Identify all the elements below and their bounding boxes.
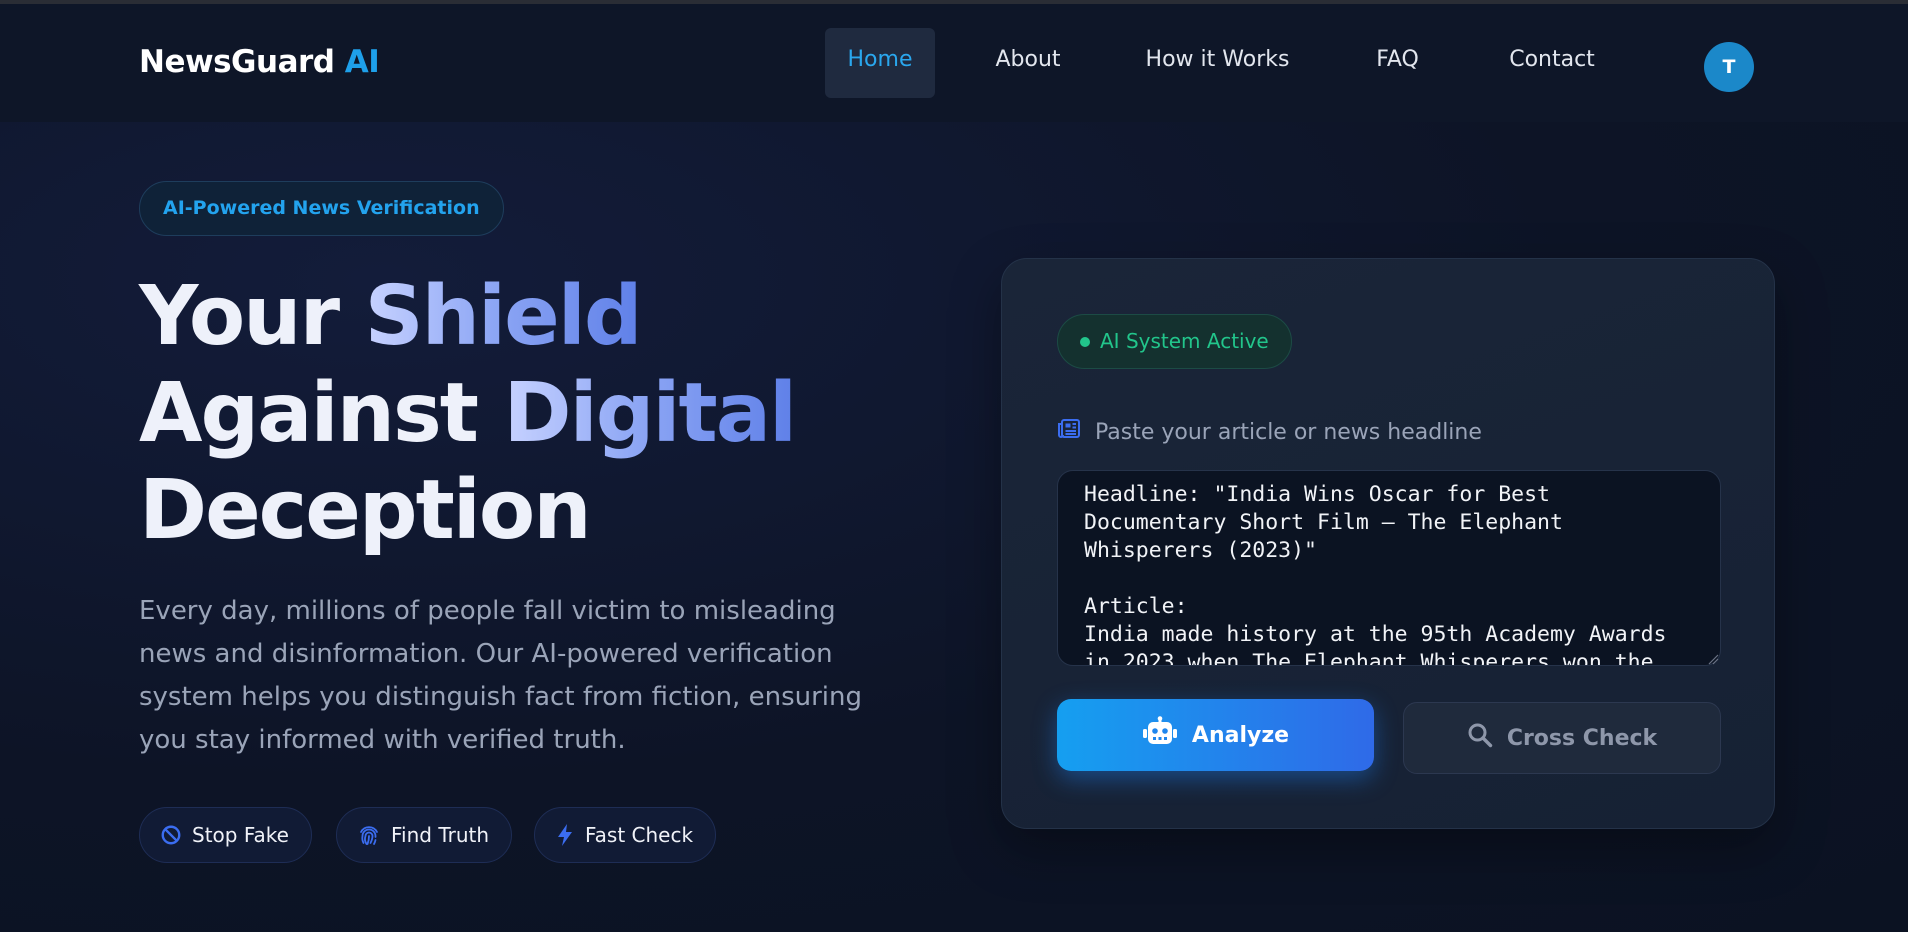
headline-word: Against bbox=[139, 366, 479, 461]
analyze-label: Analyze bbox=[1191, 722, 1290, 748]
navbar: NewsGuard AI Home About How it Works FAQ… bbox=[0, 4, 1908, 122]
fingerprint-icon bbox=[357, 823, 381, 847]
logo[interactable]: NewsGuard AI bbox=[139, 44, 380, 80]
cross-check-label: Cross Check bbox=[1506, 725, 1658, 751]
status-dot-icon bbox=[1080, 336, 1090, 347]
chip-find-truth[interactable]: Find Truth bbox=[336, 807, 513, 863]
resize-handle-icon[interactable] bbox=[1707, 653, 1719, 665]
nav-about[interactable]: About bbox=[978, 28, 1078, 98]
search-icon bbox=[1467, 722, 1493, 754]
nav-how-it-works[interactable]: How it Works bbox=[1130, 28, 1305, 98]
chip-stop-fake[interactable]: Stop Fake bbox=[139, 807, 312, 863]
logo-accent: AI bbox=[344, 44, 380, 80]
ban-icon bbox=[160, 824, 182, 846]
headline-word: Deception bbox=[139, 463, 592, 558]
status-text: AI System Active bbox=[1100, 329, 1269, 353]
analyze-button[interactable]: Analyze bbox=[1057, 699, 1374, 771]
verification-card: AI System Active Paste your article or n… bbox=[1001, 258, 1775, 829]
chip-fast-check[interactable]: Fast Check bbox=[534, 807, 717, 863]
headline-highlight: Digital bbox=[503, 366, 798, 461]
hero-badge: AI-Powered News Verification bbox=[139, 181, 504, 236]
nav-contact[interactable]: Contact bbox=[1497, 28, 1607, 98]
hero-description: Every day, millions of people fall victi… bbox=[139, 596, 862, 755]
chip-label: Stop Fake bbox=[192, 823, 289, 847]
user-avatar[interactable]: T bbox=[1704, 42, 1754, 92]
input-label-row: Paste your article or news headline bbox=[1057, 417, 1482, 447]
headline-word: Your bbox=[139, 269, 340, 364]
bolt-icon bbox=[555, 823, 575, 847]
article-textarea[interactable]: Headline: "India Wins Oscar for Best Doc… bbox=[1057, 470, 1721, 666]
robot-icon bbox=[1142, 716, 1178, 754]
headline-highlight: Shield bbox=[364, 269, 643, 364]
logo-text: NewsGuard bbox=[139, 44, 335, 80]
cross-check-button[interactable]: Cross Check bbox=[1403, 702, 1721, 774]
chip-label: Fast Check bbox=[585, 823, 694, 847]
chip-label: Find Truth bbox=[391, 823, 490, 847]
nav-faq[interactable]: FAQ bbox=[1360, 28, 1435, 98]
status-badge: AI System Active bbox=[1057, 314, 1292, 369]
newspaper-icon bbox=[1057, 418, 1081, 446]
input-label: Paste your article or news headline bbox=[1095, 419, 1482, 445]
nav-home[interactable]: Home bbox=[825, 28, 935, 98]
hero-headline: Your Shield Against Digital Deception bbox=[139, 268, 899, 559]
